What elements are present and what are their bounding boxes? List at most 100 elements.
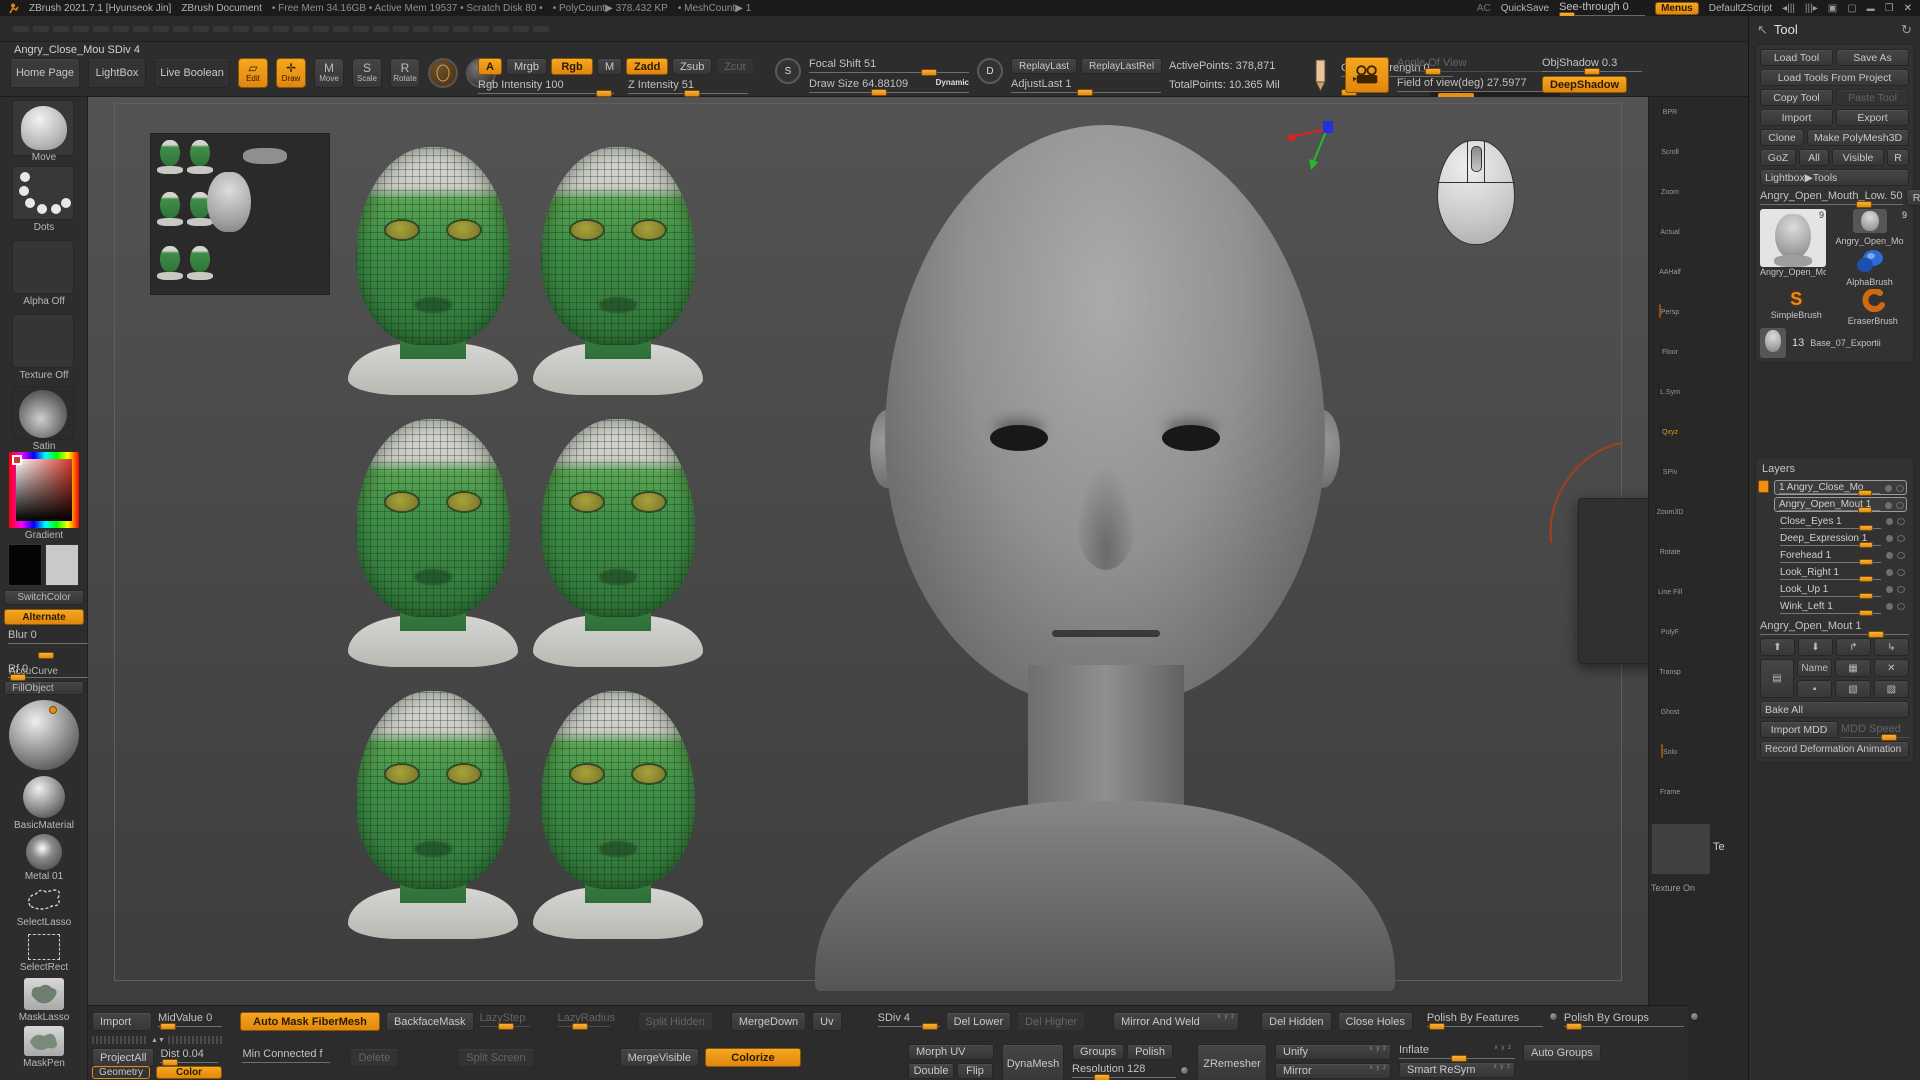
layer-small-button[interactable]: ▪ xyxy=(1797,680,1832,698)
active-tool-thumbnail[interactable]: 9 Angry_Open_Mo xyxy=(1760,209,1826,287)
current-material-thumbnail[interactable] xyxy=(12,386,74,440)
layer-name-button[interactable]: Name xyxy=(1797,659,1832,677)
polish-by-features-slider[interactable]: Polish By Features xyxy=(1427,1012,1543,1027)
live-boolean-button[interactable]: Live Boolean xyxy=(154,58,230,88)
section-header[interactable] xyxy=(1755,929,1914,947)
layer-merge-button[interactable]: ▧ xyxy=(1835,680,1870,698)
menu-item[interactable] xyxy=(312,25,330,33)
layers-section-header[interactable]: Layers xyxy=(1760,462,1909,478)
section-header[interactable] xyxy=(1755,1055,1914,1073)
layer-row[interactable]: Close_Eyes 1 xyxy=(1776,514,1907,529)
close-button[interactable]: ✕ xyxy=(1904,3,1912,14)
lightbox-tools-button[interactable]: Lightbox▶Tools xyxy=(1760,169,1909,186)
auto-groups-button[interactable]: Auto Groups xyxy=(1523,1044,1601,1062)
menu-item[interactable] xyxy=(492,25,510,33)
select-rect-icon[interactable] xyxy=(28,934,60,960)
merge-visible-button[interactable]: MergeVisible xyxy=(620,1048,699,1067)
auto-mask-fibermesh-button[interactable]: Auto Mask FiberMesh xyxy=(240,1012,380,1031)
gradient-label[interactable]: Gradient xyxy=(0,530,88,541)
section-header[interactable] xyxy=(1755,403,1914,421)
menu-item[interactable] xyxy=(532,25,550,33)
gyro-button[interactable] xyxy=(428,58,458,88)
base-tool-thumbnail[interactable]: 13 Base_07_Exportii xyxy=(1760,328,1909,358)
load-tool-button[interactable]: Load Tool xyxy=(1760,49,1833,66)
polish-groups-dot-button[interactable] xyxy=(1690,1012,1699,1021)
menu-item[interactable] xyxy=(172,25,190,33)
color-tab-button[interactable]: Color xyxy=(156,1066,222,1079)
alternate-button[interactable]: Alternate xyxy=(4,609,84,625)
shelf-toggle-button[interactable]: AAHalf xyxy=(1654,265,1684,277)
import-button[interactable]: Import xyxy=(92,1012,152,1031)
window-layout2-icon[interactable]: ▢ xyxy=(1847,3,1856,14)
save-as-button[interactable]: Save As xyxy=(1836,49,1909,66)
material-big-sphere[interactable] xyxy=(9,700,79,770)
lazystep-slider[interactable]: LazyStep xyxy=(480,1012,530,1027)
shelf-toggle-button[interactable]: Zoom3D xyxy=(1654,505,1684,517)
double-button[interactable]: Double xyxy=(908,1063,954,1079)
basic-material-sphere[interactable] xyxy=(23,776,65,818)
layer-delete-button[interactable]: ✕ xyxy=(1874,659,1909,677)
subtool-thumbnail-strip[interactable] xyxy=(150,133,330,295)
make-polymesh3d-button[interactable]: Make PolyMesh3D xyxy=(1807,129,1909,146)
move-mode-button[interactable]: MMove xyxy=(314,58,344,88)
menu-item[interactable] xyxy=(192,25,210,33)
scale-mode-button[interactable]: SScale xyxy=(352,58,382,88)
channel-mrgb-button[interactable]: Mrgb xyxy=(506,58,547,75)
layer-row[interactable]: Look_Right 1 xyxy=(1776,565,1907,580)
camera-button[interactable] xyxy=(1345,57,1389,93)
flip-button[interactable]: Flip xyxy=(957,1063,993,1079)
current-stroke-thumbnail[interactable] xyxy=(12,166,74,220)
section-header[interactable] xyxy=(1755,839,1914,857)
focal-shift-slider[interactable]: Focal Shift 51 xyxy=(809,58,969,73)
goz-all-button[interactable]: All xyxy=(1799,149,1829,166)
menu-item[interactable] xyxy=(212,25,230,33)
section-header[interactable] xyxy=(1755,1037,1914,1055)
shelf-toggle-button[interactable]: Solo xyxy=(1654,745,1684,757)
menu-item[interactable] xyxy=(392,25,410,33)
split-hidden-button[interactable]: Split Hidden xyxy=(638,1012,713,1031)
color-picker[interactable] xyxy=(9,452,79,528)
menu-item[interactable] xyxy=(472,25,490,33)
record-deformation-button[interactable]: Record Deformation Animation xyxy=(1760,741,1909,758)
shelf-toggle-button[interactable]: Rotate xyxy=(1654,545,1684,557)
deep-shadow-button[interactable]: DeepShadow xyxy=(1542,76,1627,93)
tool-r-button[interactable]: R xyxy=(1906,189,1920,206)
midvalue-slider[interactable]: MidValue 0 xyxy=(158,1012,222,1027)
main-color-swatch[interactable] xyxy=(8,544,42,586)
section-header[interactable] xyxy=(1755,983,1914,1001)
rgb-intensity-slider[interactable]: Rgb Intensity 100 xyxy=(478,79,614,94)
layer-page-button[interactable]: ▤ xyxy=(1760,659,1794,698)
layer-row[interactable]: Wink_Left 1 xyxy=(1776,599,1907,614)
stroke-icon[interactable]: S xyxy=(775,58,801,84)
adjust-last-slider[interactable]: AdjustLast 1 xyxy=(1011,78,1161,93)
layer-row[interactable]: 1 Angry_Close_Mo xyxy=(1774,480,1907,495)
groups-button[interactable]: Groups xyxy=(1072,1044,1124,1060)
polish-button[interactable]: Polish xyxy=(1127,1044,1173,1060)
section-header[interactable] xyxy=(1755,1073,1914,1080)
edit-mode-button[interactable]: ▱Edit xyxy=(238,58,268,88)
layer-move-down-button[interactable]: ⬇ xyxy=(1798,638,1833,656)
z-intensity-slider[interactable]: Z Intensity 51 xyxy=(628,79,748,94)
copy-tool-button[interactable]: Copy Tool xyxy=(1760,89,1833,106)
minimize-button[interactable]: ▬ xyxy=(1867,4,1875,13)
section-header[interactable] xyxy=(1755,821,1914,839)
delete-button[interactable]: Delete xyxy=(350,1048,398,1067)
layer-move-up-button[interactable]: ⬆ xyxy=(1760,638,1795,656)
zadd-button[interactable]: Zadd xyxy=(626,58,668,75)
mdd-speed-slider[interactable]: MDD Speed xyxy=(1841,721,1909,738)
zcut-button[interactable]: Zcut xyxy=(716,58,753,75)
menu-item[interactable] xyxy=(432,25,450,33)
section-header[interactable] xyxy=(1755,875,1914,893)
section-header[interactable] xyxy=(1755,439,1914,457)
section-header[interactable] xyxy=(1755,367,1914,385)
section-header[interactable] xyxy=(1755,421,1914,439)
sdiv-slider[interactable]: SDiv 4 xyxy=(878,1012,940,1027)
menu-item[interactable] xyxy=(72,25,90,33)
green-head-1[interactable] xyxy=(338,147,528,395)
shelf-toggle-button[interactable]: Frame xyxy=(1654,785,1684,797)
unify-button[interactable]: Unifyx y z xyxy=(1275,1044,1391,1060)
obj-shadow-slider[interactable]: ObjShadow 0.3 xyxy=(1542,57,1642,72)
shelf-toggle-button[interactable]: Transp xyxy=(1654,665,1684,677)
accucurve-button[interactable]: AccuCurve xyxy=(0,666,88,677)
project-all-button[interactable]: ProjectAll xyxy=(92,1048,154,1067)
